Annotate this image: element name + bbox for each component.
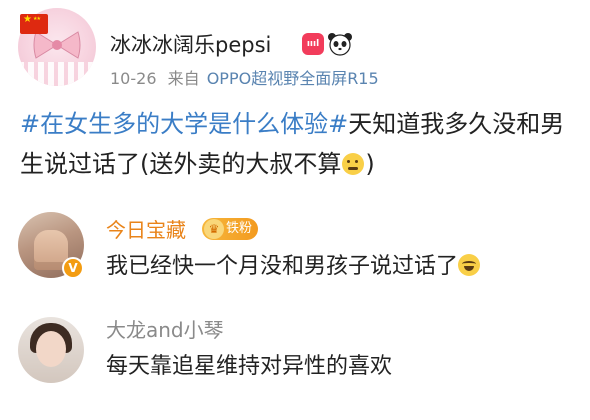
comment-text: 我已经快一个月没和男孩子说过话了 (106, 254, 481, 280)
lace-decoration (18, 62, 96, 86)
comment-author[interactable]: 大龙and小琴 (106, 319, 224, 341)
post-username[interactable]: 冰冰冰阔乐pepsi (110, 33, 271, 57)
post-source[interactable]: OPPO超视野全面屏R15 (207, 69, 379, 88)
comment-text: 每天靠追星维持对异性的喜欢 (106, 354, 393, 379)
fan-badge[interactable]: ♛ 铁粉 (202, 218, 259, 240)
china-flag-icon (20, 14, 48, 34)
panda-icon (328, 33, 352, 56)
verified-icon: V (62, 257, 84, 279)
thinking-emoji-icon (342, 153, 365, 175)
comment-text-body: 我已经快一个月没和男孩子说过话了 (106, 254, 459, 279)
post-time: 10-26 (110, 69, 157, 88)
avatar-face (36, 331, 66, 367)
post-meta: 10-26 来自 OPPO超视野全面屏R15 (110, 70, 379, 88)
crown-icon: ♛ (204, 219, 224, 239)
comment-avatar[interactable] (18, 317, 84, 383)
vip-badge[interactable]: ıııl (302, 33, 324, 55)
post-body: #在女生多的大学是什么体验#天知道我多久没和男生说过话了(送外卖的大叔不算) (20, 104, 570, 184)
topic-link[interactable]: #在女生多的大学是什么体验# (20, 110, 348, 138)
source-prefix: 来自 (167, 69, 200, 88)
laugh-cry-emoji-icon (458, 254, 481, 276)
post-body-close: ) (365, 150, 375, 178)
comment-author[interactable]: 今日宝藏 (106, 219, 186, 241)
fan-badge-label: 铁粉 (226, 221, 253, 236)
